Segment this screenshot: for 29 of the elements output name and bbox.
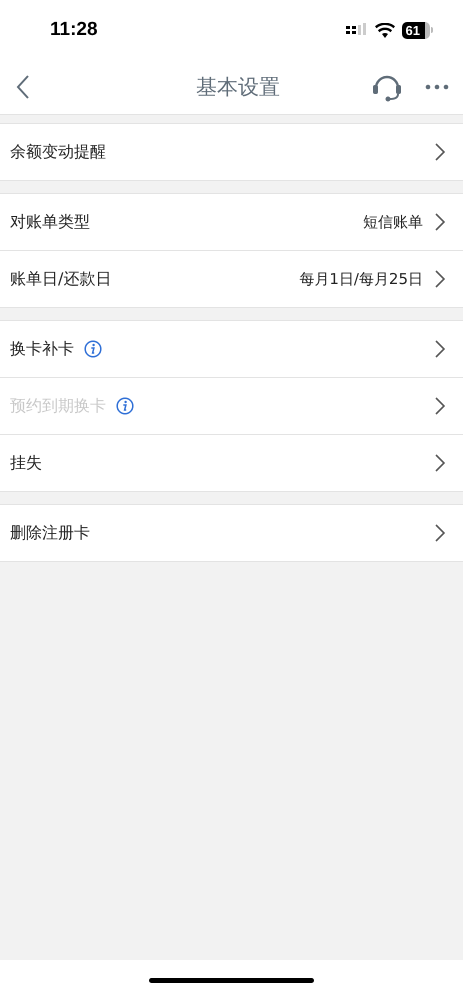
battery-level: 61 [402,22,430,38]
row-label: 挂失 [10,452,42,474]
status-time: 11:28 [50,19,98,41]
page-title: 基本设置 [196,74,280,101]
settings-row[interactable]: 账单日/还款日 每月1日/每月25日 [0,250,463,307]
row-value: 短信账单 [363,212,423,232]
row-label: 换卡补卡 [10,338,74,360]
chevron-right-icon [435,143,445,161]
more-icon[interactable] [425,84,449,90]
settings-row[interactable]: 挂失 [0,434,463,491]
row-value: 每月1日/每月25日 [299,270,423,288]
row-label: 账单日/还款日 [10,268,112,290]
back-icon[interactable] [16,75,30,99]
settings-row[interactable]: 删除注册卡 [0,505,463,561]
settings-row[interactable]: 对账单类型 短信账单 [0,194,463,250]
chevron-right-icon [435,270,445,288]
chevron-right-icon [435,397,445,415]
chevron-right-icon [435,454,445,472]
signal-icon [346,23,368,37]
info-icon[interactable] [84,340,102,358]
row-label: 余额变动提醒 [10,142,106,162]
row-label: 删除注册卡 [10,522,90,544]
chevron-right-icon [435,213,445,231]
settings-row[interactable]: 换卡补卡 [0,321,463,377]
chevron-right-icon [435,524,445,542]
chevron-right-icon [435,340,445,358]
row-label: 对账单类型 [10,212,90,232]
wifi-icon [374,22,395,38]
settings-row[interactable]: 余额变动提醒 [0,124,463,180]
